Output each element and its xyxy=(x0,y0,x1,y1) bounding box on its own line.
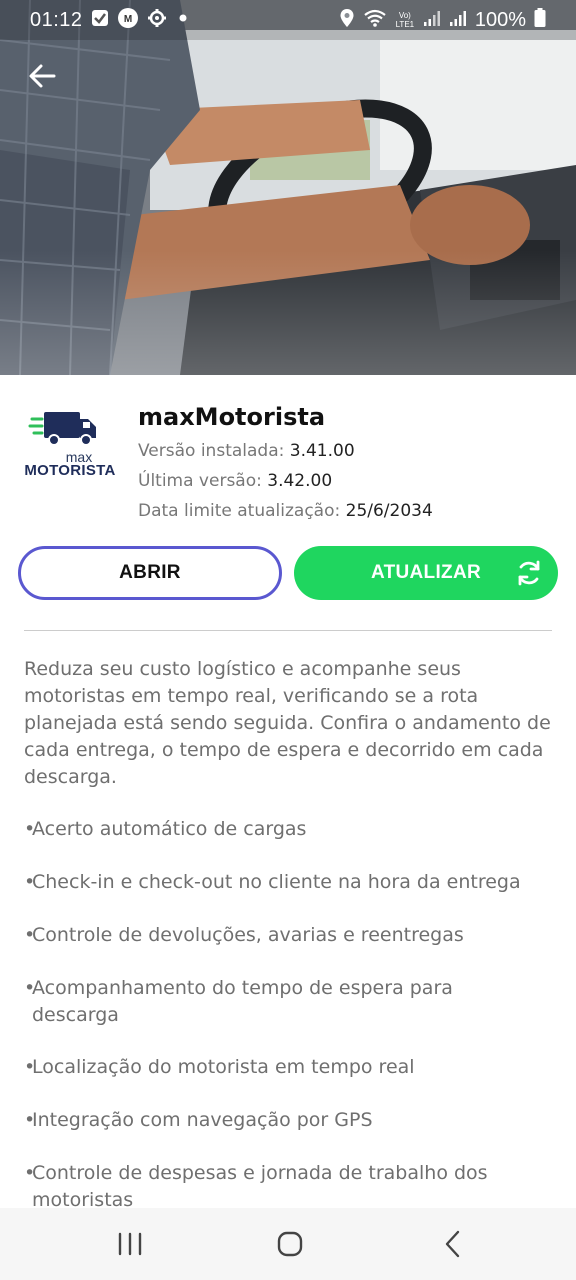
deadline-value: 25/6/2034 xyxy=(345,501,433,521)
feature-item: • Controle de devoluções, avarias e reent… xyxy=(24,922,534,949)
feature-item: • Controle de despesas e jornada de traba… xyxy=(24,1160,514,1214)
open-button[interactable]: ABRIR xyxy=(18,546,282,600)
feature-item: • Integração com navegação por GPS xyxy=(24,1107,534,1134)
arrow-left-icon xyxy=(28,62,56,94)
feature-item: • Acompanhamento do tempo de espera para … xyxy=(24,975,494,1029)
dot-icon xyxy=(175,10,191,31)
refresh-icon xyxy=(514,558,544,594)
deadline-row: Data limite atualização: 25/6/2034 xyxy=(138,501,433,521)
wifi-icon xyxy=(363,8,387,33)
update-button[interactable]: ATUALIZAR xyxy=(294,546,558,600)
section-divider xyxy=(24,630,552,631)
feature-text: Acompanhamento do tempo de espera para d… xyxy=(32,977,453,1026)
status-time: 01:12 xyxy=(30,8,83,31)
feature-text: Check-in e check-out no cliente na hora … xyxy=(32,871,521,893)
home-icon xyxy=(277,1231,303,1257)
network-label: Vo) LTE1 xyxy=(395,11,415,29)
latest-version-value: 3.42.00 xyxy=(267,471,333,491)
truck-icon xyxy=(28,412,96,446)
hero-image xyxy=(0,0,576,375)
feature-text: Localização do motorista em tempo real xyxy=(32,1056,415,1078)
logo-text-motorista: MOTORISTA xyxy=(24,462,116,479)
back-button[interactable] xyxy=(22,58,62,98)
recent-apps-button[interactable] xyxy=(110,1226,150,1262)
signal-icon-2 xyxy=(449,9,467,32)
location-icon xyxy=(339,8,355,33)
svg-text:M: M xyxy=(123,14,131,25)
app-info-section: max MOTORISTA maxMotorista Versão instal… xyxy=(0,375,576,545)
open-button-label: ABRIR xyxy=(119,562,181,583)
feature-item: • Check-in e check-out no cliente na hora… xyxy=(24,869,534,896)
feature-item: • Acerto automático de cargas xyxy=(24,816,534,843)
feature-text: Integração com navegação por GPS xyxy=(32,1109,373,1131)
app-logo: max MOTORISTA xyxy=(22,405,118,485)
feature-item: • Localização do motorista em tempo real xyxy=(24,1054,534,1081)
app-description: Reduza seu custo logístico e acompanhe s… xyxy=(24,658,551,788)
app-title: maxMotorista xyxy=(138,403,326,431)
feature-text: Controle de devoluções, avarias e reentr… xyxy=(32,924,464,946)
installed-version-row: Versão instalada: 3.41.00 xyxy=(138,441,355,461)
chevron-left-icon xyxy=(445,1230,460,1258)
installed-version-value: 3.41.00 xyxy=(289,441,355,461)
feature-text: Controle de despesas e jornada de trabal… xyxy=(32,1162,488,1211)
settings-gear-icon xyxy=(147,8,167,33)
status-bar: 01:12 M Vo) LTE1 100% xyxy=(0,0,576,40)
battery-icon xyxy=(534,7,546,33)
signal-icon xyxy=(423,9,441,32)
latest-version-row: Última versão: 3.42.00 xyxy=(138,471,332,491)
truck-driver-photo xyxy=(0,0,576,375)
update-button-label: ATUALIZAR xyxy=(371,562,481,583)
deadline-label: Data limite atualização: xyxy=(138,501,341,521)
navigation-bar xyxy=(0,1208,576,1280)
back-nav-button[interactable] xyxy=(432,1226,472,1262)
installed-version-label: Versão instalada: xyxy=(138,441,285,461)
m-notification-icon: M xyxy=(117,7,139,34)
feature-text: Acerto automático de cargas xyxy=(32,818,307,840)
battery-percent: 100% xyxy=(474,8,526,31)
recent-apps-icon xyxy=(118,1232,142,1256)
latest-version-label: Última versão: xyxy=(138,471,262,491)
checkbox-notification-icon xyxy=(91,9,109,32)
home-button[interactable] xyxy=(270,1226,310,1262)
